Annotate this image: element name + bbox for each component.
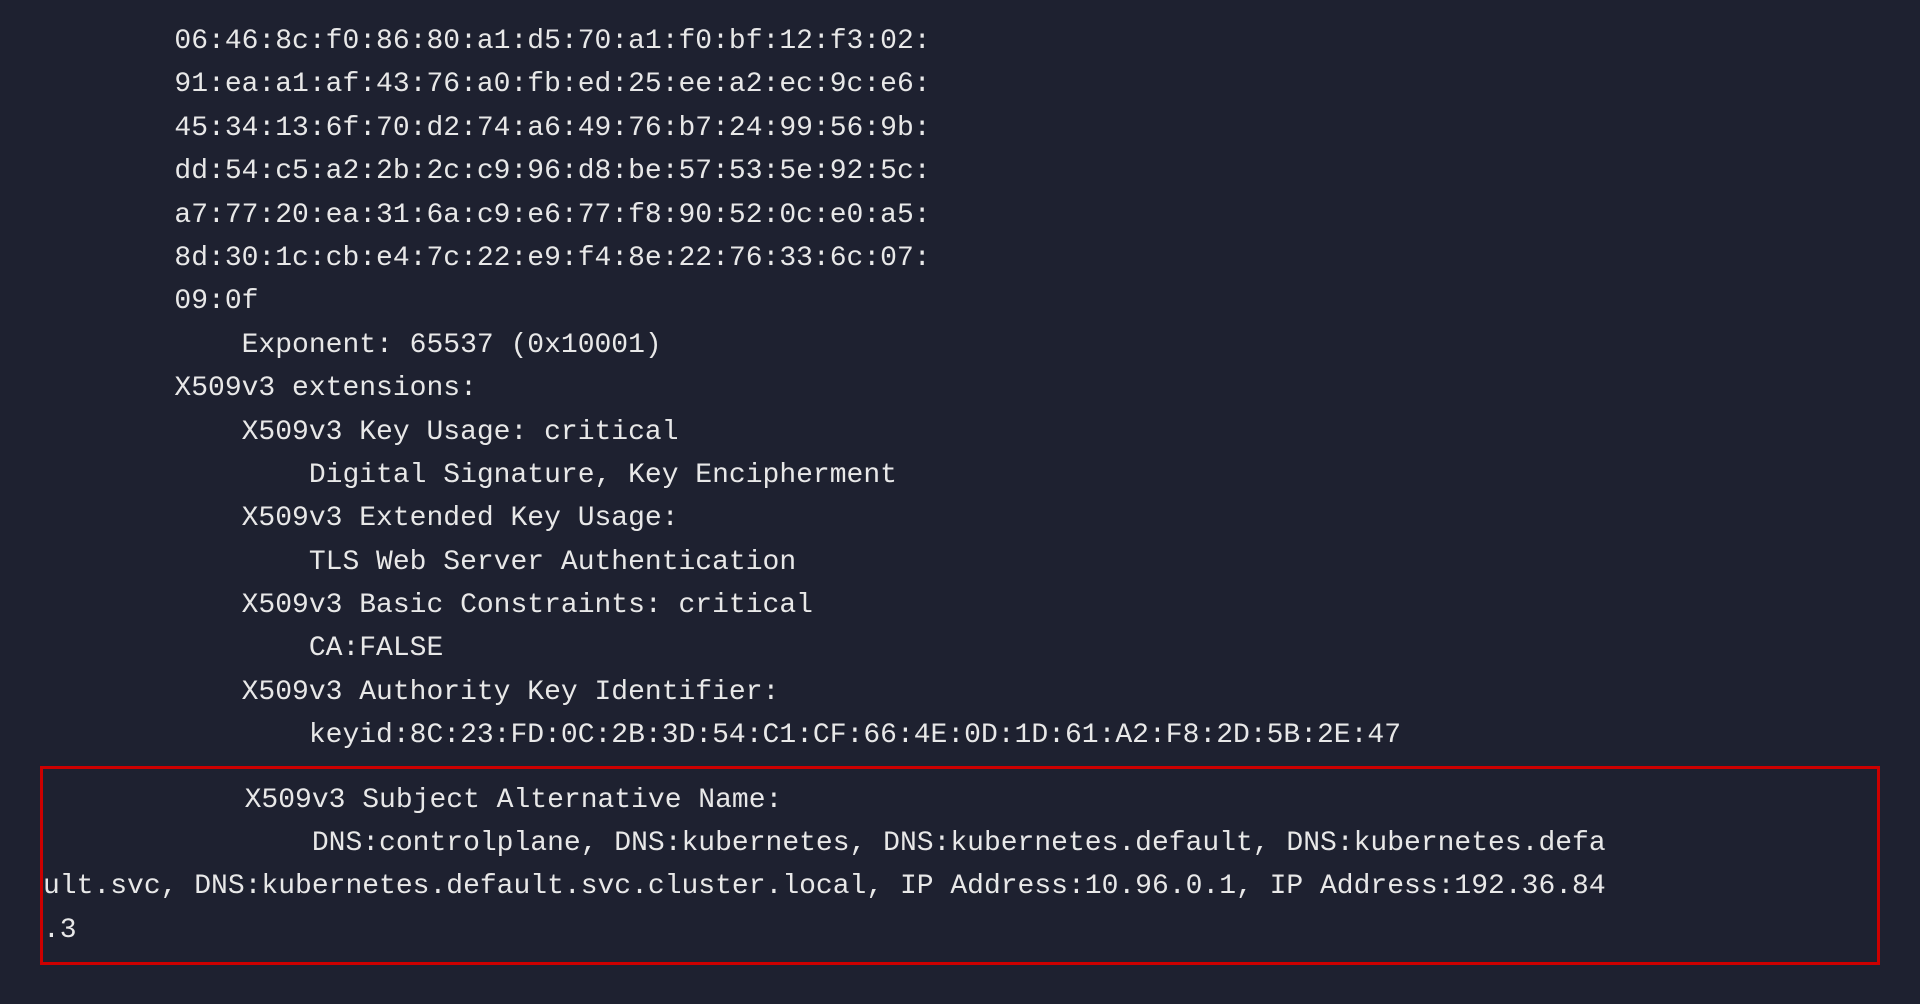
- terminal-container: 06:46:8c:f0:86:80:a1:d5:70:a1:f0:bf:12:f…: [0, 0, 1920, 1004]
- terminal-line: Exponent: 65537 (0x10001): [40, 324, 1880, 367]
- terminal-line: 8d:30:1c:cb:e4:7c:22:e9:f4:8e:22:76:33:6…: [40, 237, 1880, 280]
- highlighted-terminal-line: ult.svc, DNS:kubernetes.default.svc.clus…: [43, 865, 1877, 908]
- terminal-line: dd:54:c5:a2:2b:2c:c9:96:d8:be:57:53:5e:9…: [40, 150, 1880, 193]
- terminal-line: CA:FALSE: [40, 627, 1880, 670]
- terminal-line: a7:77:20:ea:31:6a:c9:e6:77:f8:90:52:0c:e…: [40, 194, 1880, 237]
- terminal-line: keyid:8C:23:FD:0C:2B:3D:54:C1:CF:66:4E:0…: [40, 714, 1880, 757]
- highlighted-terminal-line: X509v3 Subject Alternative Name:: [43, 779, 1877, 822]
- terminal-line: X509v3 Authority Key Identifier:: [40, 671, 1880, 714]
- highlighted-section: X509v3 Subject Alternative Name: DNS:con…: [40, 766, 1880, 966]
- terminal-line: 06:46:8c:f0:86:80:a1:d5:70:a1:f0:bf:12:f…: [40, 20, 1880, 63]
- terminal-line: Digital Signature, Key Encipherment: [40, 454, 1880, 497]
- terminal-line: TLS Web Server Authentication: [40, 541, 1880, 584]
- highlighted-terminal-line: DNS:controlplane, DNS:kubernetes, DNS:ku…: [43, 822, 1877, 865]
- terminal-line: X509v3 Extended Key Usage:: [40, 497, 1880, 540]
- terminal-line: X509v3 extensions:: [40, 367, 1880, 410]
- terminal-content: 06:46:8c:f0:86:80:a1:d5:70:a1:f0:bf:12:f…: [40, 20, 1880, 965]
- terminal-line: 09:0f: [40, 280, 1880, 323]
- highlighted-terminal-line: .3: [43, 909, 1877, 952]
- lines-above: 06:46:8c:f0:86:80:a1:d5:70:a1:f0:bf:12:f…: [40, 20, 1880, 758]
- terminal-line: 45:34:13:6f:70:d2:74:a6:49:76:b7:24:99:5…: [40, 107, 1880, 150]
- terminal-line: X509v3 Basic Constraints: critical: [40, 584, 1880, 627]
- terminal-line: X509v3 Key Usage: critical: [40, 411, 1880, 454]
- terminal-line: 91:ea:a1:af:43:76:a0:fb:ed:25:ee:a2:ec:9…: [40, 63, 1880, 106]
